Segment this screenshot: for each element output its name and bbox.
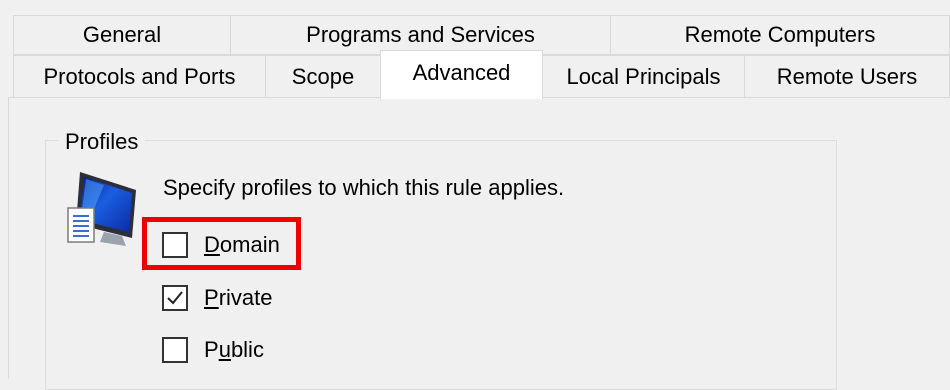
- tab-protocols-and-ports-label: Protocols and Ports: [43, 63, 236, 89]
- domain-highlight-box: [142, 217, 301, 270]
- private-checkbox-row[interactable]: Private: [162, 283, 272, 313]
- tab-advanced-label: Advanced: [412, 60, 511, 85]
- profiles-description: Specify profiles to which this rule appl…: [163, 175, 565, 200]
- public-checkbox[interactable]: [162, 337, 188, 363]
- private-checkbox[interactable]: [162, 285, 188, 311]
- tab-remote-computers-label: Remote Computers: [684, 22, 876, 47]
- tab-remote-computers[interactable]: Remote Computers: [610, 15, 950, 55]
- tab-scope[interactable]: Scope: [265, 55, 381, 98]
- tab-local-principals-label: Local Principals: [566, 63, 721, 89]
- tab-programs-and-services-label: Programs and Services: [306, 22, 535, 47]
- computer-monitor-icon: [66, 170, 148, 250]
- profiles-group-label: Profiles: [58, 129, 146, 155]
- tab-remote-users[interactable]: Remote Users: [744, 55, 950, 98]
- tab-local-principals[interactable]: Local Principals: [542, 55, 745, 98]
- checkmark-icon: [167, 291, 183, 305]
- public-checkbox-row[interactable]: Public: [162, 335, 264, 365]
- public-checkbox-label[interactable]: Public: [204, 337, 264, 363]
- tab-scope-label: Scope: [291, 63, 355, 89]
- private-checkbox-label[interactable]: Private: [204, 285, 272, 311]
- tab-general[interactable]: General: [13, 15, 231, 55]
- tab-remote-users-label: Remote Users: [776, 63, 918, 89]
- tab-protocols-and-ports[interactable]: Protocols and Ports: [13, 55, 266, 98]
- tab-advanced[interactable]: Advanced: [380, 50, 543, 99]
- tab-general-label: General: [82, 22, 162, 47]
- tab-programs-and-services[interactable]: Programs and Services: [230, 15, 611, 55]
